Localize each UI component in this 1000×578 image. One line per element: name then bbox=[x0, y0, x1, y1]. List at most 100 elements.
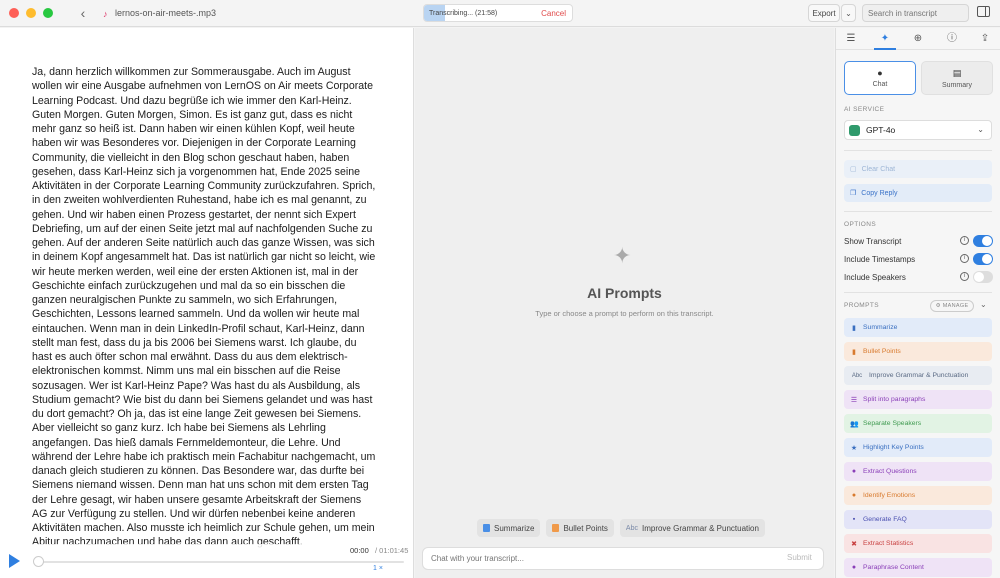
info-icon[interactable]: i bbox=[960, 272, 969, 281]
option-show-transcript: Show Transcript i bbox=[844, 234, 993, 248]
export-menu-chevron-icon[interactable]: ⌄ bbox=[841, 4, 856, 22]
star-icon: ★ bbox=[850, 444, 858, 452]
cancel-transcription-button[interactable]: Cancel bbox=[541, 9, 566, 18]
prompt-label: Split into paragraphs bbox=[863, 396, 926, 403]
option-label: Include Speakers bbox=[844, 272, 906, 282]
play-icon[interactable] bbox=[9, 554, 20, 568]
quick-prompts: Summarize Bullet Points Abc Improve Gram… bbox=[477, 519, 765, 537]
list-icon: ▮ bbox=[852, 348, 856, 356]
list-icon[interactable]: ☰ bbox=[842, 32, 860, 46]
prompt-extract-statistics[interactable]: ✖ Extract Statistics bbox=[844, 534, 992, 553]
prompt-label: Identify Emotions bbox=[863, 492, 916, 499]
quick-prompt-bullet-points[interactable]: Bullet Points bbox=[546, 519, 614, 537]
playback-scrubber[interactable] bbox=[33, 556, 44, 567]
prompt-paraphrase-content[interactable]: ● Paraphrase Content bbox=[844, 558, 992, 577]
options-label: OPTIONS bbox=[844, 221, 877, 228]
quick-prompt-summarize[interactable]: Summarize bbox=[477, 519, 541, 537]
option-include-timestamps: Include Timestamps i bbox=[844, 252, 993, 266]
right-sidebar: ☰ ✦ ⊕ ⓘ ⇪ ● Chat ▤ Summary AI SERVICE GP… bbox=[835, 28, 1000, 578]
ai-prompts-pane: ✦ AI Prompts Type or choose a prompt to … bbox=[415, 28, 834, 578]
zoom-window-button[interactable] bbox=[43, 8, 53, 18]
export-button[interactable]: Export bbox=[808, 4, 840, 22]
people-icon: 👥 bbox=[850, 420, 859, 428]
translate-icon[interactable]: ⊕ bbox=[909, 32, 927, 46]
sparkle-icon[interactable]: ✦ bbox=[876, 32, 894, 46]
divider bbox=[844, 150, 992, 151]
chat-bubble-icon: ● bbox=[877, 68, 883, 78]
title-bar: ‹ ♪ lernos-on-air-meets-.mp3 Transcribin… bbox=[0, 0, 1000, 27]
paragraph-icon: ☰ bbox=[850, 396, 858, 404]
mode-summary-button[interactable]: ▤ Summary bbox=[921, 61, 993, 95]
clear-chat-label: Clear Chat bbox=[861, 165, 896, 173]
clear-chat-icon: ▢ bbox=[850, 166, 857, 173]
manage-label: MANAGE bbox=[942, 303, 969, 309]
chevron-left-icon[interactable]: ‹ bbox=[75, 5, 91, 21]
clear-chat-button[interactable]: ▢ Clear Chat bbox=[844, 160, 992, 178]
faq-icon: ▪ bbox=[852, 516, 856, 523]
summary-icon: ▤ bbox=[952, 67, 962, 78]
transcript-text[interactable]: Ja, dann herzlich willkommen zur Sommera… bbox=[32, 65, 377, 550]
copy-reply-button[interactable]: ❐ Copy Reply bbox=[844, 184, 992, 202]
copy-reply-label: Copy Reply bbox=[861, 189, 898, 197]
mode-chat-button[interactable]: ● Chat bbox=[844, 61, 916, 95]
option-label: Include Timestamps bbox=[844, 254, 916, 264]
ai-prompts-title: AI Prompts bbox=[587, 285, 662, 301]
audio-file-icon: ♪ bbox=[103, 8, 108, 19]
mode-summary-label: Summary bbox=[942, 81, 972, 89]
info-icon[interactable]: ⓘ bbox=[943, 32, 961, 46]
minimize-window-button[interactable] bbox=[26, 8, 36, 18]
quick-prompt-improve-grammar[interactable]: Abc Improve Grammar & Punctuation bbox=[619, 519, 765, 537]
prompts-label: PROMPTS bbox=[844, 302, 879, 309]
chevron-down-icon[interactable]: ⌄ bbox=[980, 300, 987, 309]
chat-input[interactable] bbox=[422, 547, 824, 570]
prompt-label: Separate Speakers bbox=[863, 420, 922, 427]
prompt-separate-speakers[interactable]: 👥 Separate Speakers bbox=[844, 414, 992, 433]
prompt-extract-questions[interactable]: ● Extract Questions bbox=[844, 462, 992, 481]
abc-icon: Abc bbox=[851, 372, 863, 379]
prompt-label: Summarize bbox=[863, 324, 898, 331]
prompt-label: Generate FAQ bbox=[863, 516, 907, 523]
search-input[interactable] bbox=[862, 4, 969, 22]
prompt-summarize[interactable]: ▮ Summarize bbox=[844, 318, 992, 337]
prompt-label: Improve Grammar & Punctuation bbox=[869, 372, 969, 379]
share-icon[interactable]: ⇪ bbox=[976, 32, 994, 46]
window-controls bbox=[9, 8, 53, 18]
model-select[interactable]: GPT-4o ⌄ bbox=[844, 120, 992, 140]
transcribing-label: Transcribing... (21:58) bbox=[429, 9, 498, 17]
divider bbox=[844, 292, 992, 293]
prompt-label: Extract Statistics bbox=[863, 540, 914, 547]
info-icon[interactable]: i bbox=[960, 236, 969, 245]
include-timestamps-toggle[interactable] bbox=[973, 253, 993, 265]
close-window-button[interactable] bbox=[9, 8, 19, 18]
document-icon: ▮ bbox=[852, 324, 856, 332]
model-name: GPT-4o bbox=[866, 125, 896, 135]
transcribing-progress: Transcribing... (21:58) Cancel bbox=[423, 4, 573, 22]
transcript-pane: Ja, dann herzlich willkommen zur Sommera… bbox=[0, 28, 414, 578]
file-name: lernos-on-air-meets-.mp3 bbox=[115, 8, 217, 18]
stats-icon: ✖ bbox=[851, 540, 857, 548]
playback-speed-button[interactable]: 1 × bbox=[373, 565, 383, 572]
submit-button[interactable]: Submit bbox=[787, 553, 812, 562]
prompt-label: Highlight Key Points bbox=[863, 444, 924, 451]
abc-icon: Abc bbox=[625, 524, 638, 532]
show-transcript-toggle[interactable] bbox=[973, 235, 993, 247]
playback-track[interactable] bbox=[36, 561, 404, 563]
prompt-bullet-points[interactable]: ▮ Bullet Points bbox=[844, 342, 992, 361]
manage-prompts-button[interactable]: ⚙ MANAGE bbox=[930, 300, 974, 312]
gear-icon: ⚙ bbox=[935, 303, 941, 309]
total-time: / 01:01:45 bbox=[375, 546, 409, 555]
current-time: 00:00 bbox=[350, 546, 369, 555]
openai-logo-icon bbox=[849, 124, 860, 136]
prompt-split-paragraphs[interactable]: ☰ Split into paragraphs bbox=[844, 390, 992, 409]
emotion-icon: ● bbox=[851, 492, 857, 499]
sidebar-toggle-icon[interactable] bbox=[977, 6, 990, 17]
quick-prompt-label: Bullet Points bbox=[563, 523, 608, 533]
include-speakers-toggle[interactable] bbox=[973, 271, 993, 283]
prompt-improve-grammar[interactable]: Abc Improve Grammar & Punctuation bbox=[844, 366, 992, 385]
info-icon[interactable]: i bbox=[960, 254, 969, 263]
prompt-highlight-key-points[interactable]: ★ Highlight Key Points bbox=[844, 438, 992, 457]
paraphrase-icon: ● bbox=[851, 564, 857, 571]
prompt-identify-emotions[interactable]: ● Identify Emotions bbox=[844, 486, 992, 505]
divider bbox=[844, 211, 992, 212]
prompt-generate-faq[interactable]: ▪ Generate FAQ bbox=[844, 510, 992, 529]
